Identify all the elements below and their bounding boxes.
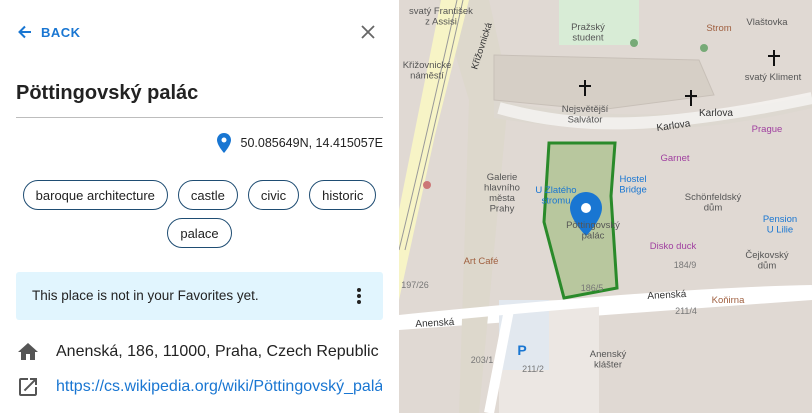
close-icon bbox=[361, 25, 375, 39]
open-in-new-icon bbox=[19, 378, 37, 396]
map-label: Koňirna bbox=[712, 295, 745, 306]
tag-chip[interactable]: civic bbox=[247, 180, 300, 210]
map-label: 211/4 bbox=[675, 306, 697, 316]
address-row: Anenská, 186, 11000, Praha, Czech Republ… bbox=[16, 340, 379, 364]
map-label: Anenská bbox=[415, 317, 455, 330]
home-icon bbox=[18, 343, 38, 360]
more-vertical-icon bbox=[357, 288, 361, 304]
map-label: U Zlatého stromu bbox=[535, 185, 576, 206]
map-label: Vlaštovka bbox=[746, 17, 788, 28]
map-label: 184/9 bbox=[674, 260, 697, 270]
tag-chip[interactable]: castle bbox=[177, 180, 238, 210]
map-label: 211/2 bbox=[522, 364, 544, 374]
panel-header: BACK bbox=[0, 0, 399, 62]
map-label: Karlova bbox=[699, 108, 733, 119]
place-title: Pöttingovský palác bbox=[16, 82, 199, 104]
back-button[interactable]: BACK bbox=[18, 22, 81, 42]
coordinates[interactable]: 50.085649N, 14.415057E bbox=[216, 133, 384, 153]
favorites-message: This place is not in your Favorites yet. bbox=[32, 288, 259, 303]
map-label: Disko duck bbox=[650, 241, 697, 252]
map-label: Anenská bbox=[647, 289, 687, 302]
map-label: Art Café bbox=[464, 256, 499, 267]
map-label: svatý Kliment bbox=[745, 72, 802, 83]
map-label: Strom bbox=[706, 23, 731, 34]
map-label: 197/26 bbox=[401, 280, 429, 290]
favorites-menu-button[interactable] bbox=[353, 286, 365, 306]
tag-chip[interactable]: baroque architecture bbox=[22, 180, 168, 210]
divider bbox=[16, 117, 383, 118]
map-label: 186/5 bbox=[581, 283, 604, 293]
map-label: Anenský klášter bbox=[590, 349, 627, 370]
tag-chip[interactable]: historic bbox=[309, 180, 377, 210]
map-canvas[interactable]: svatý František z Assisi Pražský student S… bbox=[399, 0, 812, 413]
map-label: Pension U Lilie bbox=[763, 214, 797, 235]
map-label: Pražský student bbox=[571, 22, 605, 43]
map-label: Hostel Bridge bbox=[619, 174, 646, 195]
close-button[interactable] bbox=[358, 22, 378, 42]
location-pin-icon bbox=[216, 133, 231, 153]
map-view[interactable]: svatý František z Assisi Pražský student S… bbox=[399, 0, 812, 413]
tag-list: baroque architecture castle civic histor… bbox=[16, 180, 383, 248]
back-label: BACK bbox=[41, 24, 81, 40]
tag-chip[interactable]: palace bbox=[167, 218, 232, 248]
map-label: Nejsvětější Salvátor bbox=[562, 104, 609, 125]
map-label: 203/1 bbox=[471, 355, 494, 365]
favorites-notice: This place is not in your Favorites yet. bbox=[16, 272, 383, 320]
coordinates-text: 50.085649N, 14.415057E bbox=[240, 136, 384, 150]
address-text: Anenská, 186, 11000, Praha, Czech Republ… bbox=[56, 343, 379, 360]
map-label: Prague bbox=[752, 124, 783, 135]
map-label: Garnet bbox=[660, 153, 689, 164]
arrow-left-icon bbox=[18, 25, 31, 39]
link-text: https://cs.wikipedia.org/wiki/Pöttingovs… bbox=[56, 378, 382, 395]
parking-icon: P bbox=[517, 342, 526, 358]
place-details-panel: BACK Pöttingovský palác 50.085649N, 14.4… bbox=[0, 0, 399, 413]
website-link[interactable]: https://cs.wikipedia.org/wiki/Pöttingovs… bbox=[16, 375, 382, 399]
